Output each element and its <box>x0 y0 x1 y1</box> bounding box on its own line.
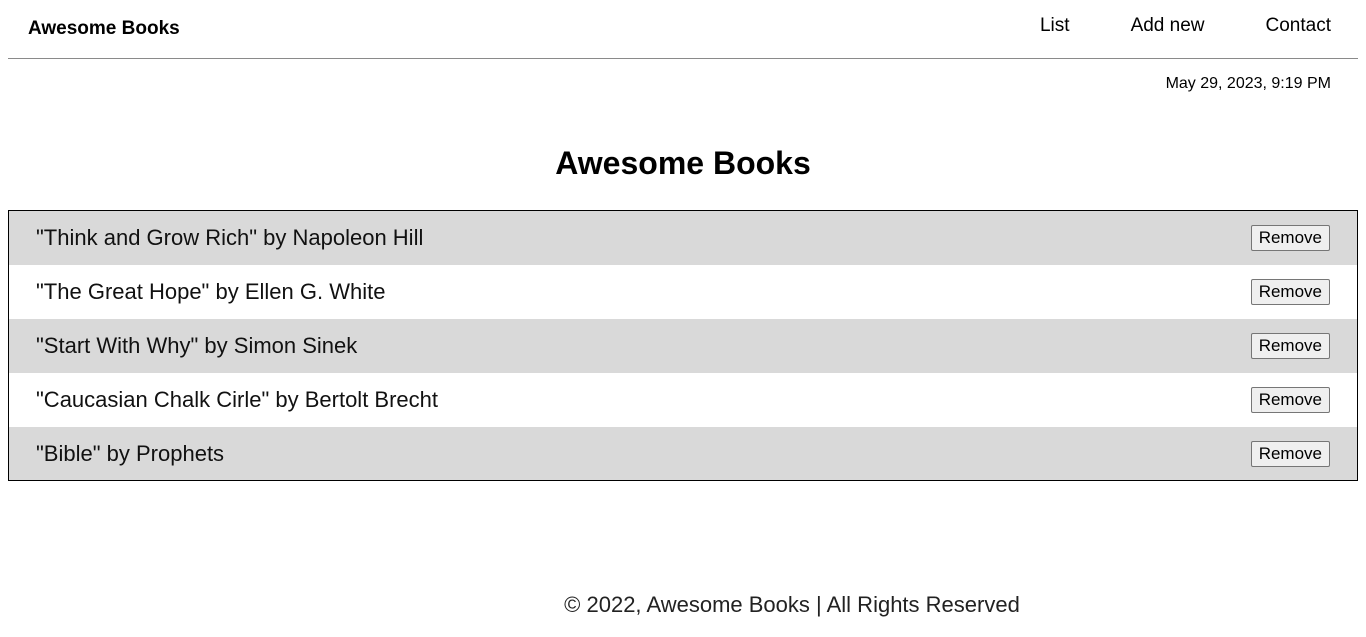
book-row: "Bible" by Prophets Remove <box>9 427 1357 480</box>
book-row: "The Great Hope" by Ellen G. White Remov… <box>9 265 1357 319</box>
nav-link-list[interactable]: List <box>1040 15 1070 37</box>
book-title-author: "The Great Hope" by Ellen G. White <box>36 279 386 304</box>
remove-book-button[interactable]: Remove <box>1250 387 1330 413</box>
book-row: "Start With Why" by Simon Sinek Remove <box>9 319 1357 373</box>
book-list: "Think and Grow Rich" by Napoleon Hill R… <box>8 210 1358 481</box>
book-title-author: "Caucasian Chalk Cirle" by Bertolt Brech… <box>36 387 439 412</box>
book-title-author: "Bible" by Prophets <box>36 440 225 466</box>
remove-book-button[interactable]: Remove <box>1250 225 1330 251</box>
book-row: "Caucasian Chalk Cirle" by Bertolt Brech… <box>9 373 1357 427</box>
remove-book-button[interactable]: Remove <box>1250 440 1330 467</box>
nav-link-contact[interactable]: Contact <box>1266 15 1331 37</box>
navbar: Awesome Books List Add new Contact <box>8 0 1358 59</box>
brand-logo-text[interactable]: Awesome Books <box>28 18 180 40</box>
book-title-author: "Start With Why" by Simon Sinek <box>36 333 358 358</box>
nav-links: List Add new Contact <box>1040 15 1331 37</box>
footer-copyright: © 2022, Awesome Books | All Rights Reser… <box>564 592 1020 617</box>
remove-book-button[interactable]: Remove <box>1250 279 1330 305</box>
book-title-author: "Think and Grow Rich" by Napoleon Hill <box>36 225 424 250</box>
page: Awesome Books List Add new Contact May 2… <box>0 0 1366 637</box>
remove-book-button[interactable]: Remove <box>1250 333 1330 359</box>
nav-link-add-new[interactable]: Add new <box>1131 15 1205 37</box>
current-datetime: May 29, 2023, 9:19 PM <box>1165 75 1331 92</box>
book-row: "Think and Grow Rich" by Napoleon Hill R… <box>9 211 1357 265</box>
page-title: Awesome Books <box>555 145 811 181</box>
